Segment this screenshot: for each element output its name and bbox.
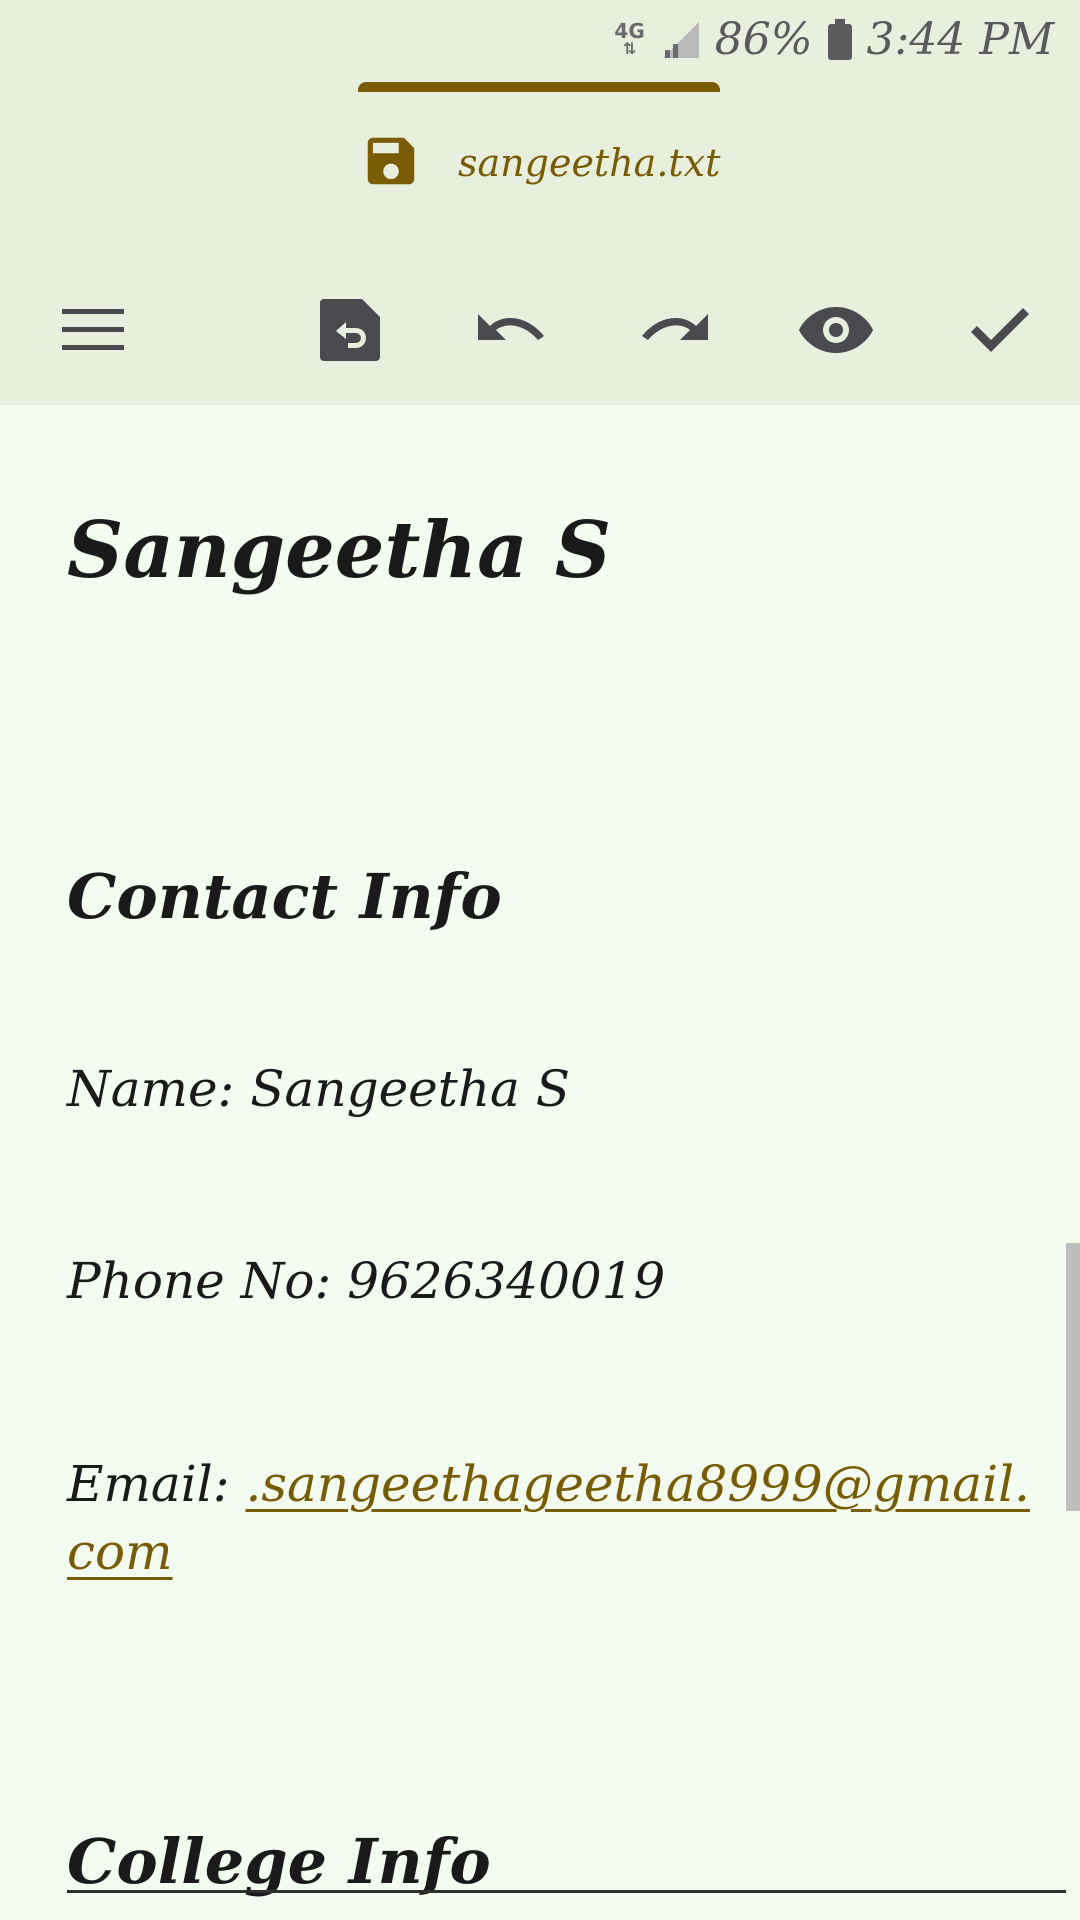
- email-label: Email:: [67, 1455, 246, 1513]
- menu-icon: [62, 307, 126, 357]
- menu-button[interactable]: [52, 290, 136, 374]
- document-title: Sangeetha S: [67, 505, 612, 596]
- file-name: sangeetha.txt: [458, 141, 721, 185]
- save-icon[interactable]: [360, 130, 422, 196]
- file-title-bar[interactable]: sangeetha.txt: [360, 128, 720, 198]
- editor-screen: 4G ⇅ 86% 3:44 PM sangeetha.txt Sangeetha…: [0, 0, 1080, 1920]
- editor-toolbar: [0, 270, 1080, 380]
- revert-file-icon: [318, 297, 382, 367]
- revert-file-button[interactable]: [308, 290, 392, 374]
- battery-percent: 86%: [714, 14, 813, 65]
- battery-icon: [827, 18, 853, 61]
- heading-underline-divider: [67, 1890, 1066, 1893]
- preview-icon: [798, 305, 874, 359]
- check-icon: [969, 306, 1031, 358]
- redo-icon: [638, 310, 710, 354]
- undo-icon: [476, 310, 548, 354]
- app-header: 4G ⇅ 86% 3:44 PM sangeetha.txt: [0, 0, 1080, 405]
- status-bar: 4G ⇅ 86% 3:44 PM: [0, 0, 1080, 84]
- clock: 3:44 PM: [866, 14, 1054, 65]
- phone-line: Phone No: 9626340019: [67, 1252, 666, 1310]
- status-right: 4G ⇅ 86% 3:44 PM: [614, 14, 1054, 65]
- file-tab-indicator: [358, 82, 720, 92]
- section-heading-contact: Contact Info: [67, 860, 502, 933]
- section-heading-college: College Info: [67, 1825, 491, 1898]
- scrollbar[interactable]: [1066, 1243, 1080, 1511]
- done-button[interactable]: [958, 290, 1042, 374]
- email-line: Email: .sangeethageetha8999@gmail.com: [67, 1450, 1057, 1586]
- preview-button[interactable]: [794, 290, 878, 374]
- undo-button[interactable]: [470, 290, 554, 374]
- name-line: Name: Sangeetha S: [67, 1060, 571, 1118]
- network-indicator: 4G ⇅: [614, 21, 644, 58]
- signal-icon: [659, 20, 701, 60]
- redo-button[interactable]: [632, 290, 716, 374]
